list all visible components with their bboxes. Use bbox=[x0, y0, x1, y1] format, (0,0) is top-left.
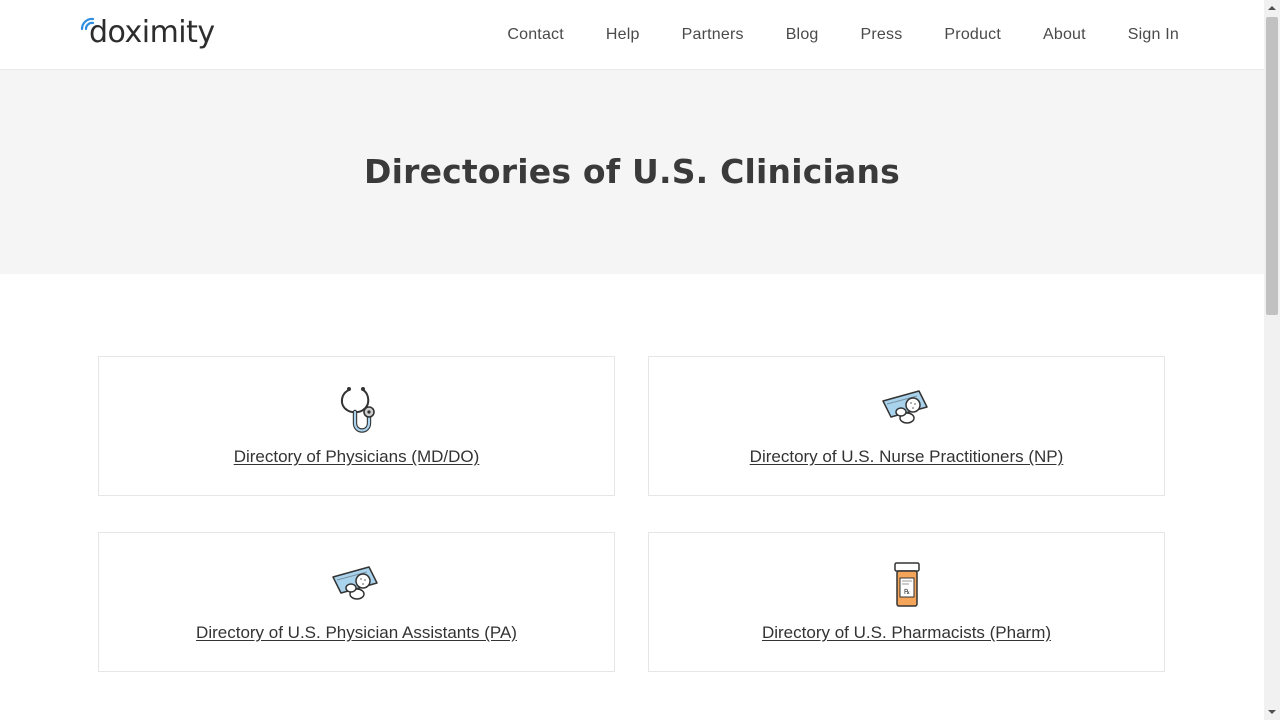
nav-partners[interactable]: Partners bbox=[682, 26, 744, 44]
scrollbar-thumb[interactable] bbox=[1266, 17, 1278, 315]
page: doximity Contact Help Partners Blog Pres… bbox=[0, 0, 1264, 720]
nav-product[interactable]: Product bbox=[944, 26, 1001, 44]
page-title: Directories of U.S. Clinicians bbox=[363, 151, 901, 191]
card-physician-assistants-label: Directory of U.S. Physician Assistants (… bbox=[196, 623, 517, 642]
doximity-logo[interactable]: doximity bbox=[79, 14, 215, 52]
pill-bottle-icon: ℞ bbox=[893, 562, 920, 607]
nav-blog[interactable]: Blog bbox=[786, 26, 819, 44]
logo-text: doximity bbox=[89, 15, 215, 50]
nav-about[interactable]: About bbox=[1043, 26, 1086, 44]
card-pharmacists[interactable]: ℞ Directory of U.S. Pharmacists (Pharm) bbox=[648, 532, 1165, 672]
card-physicians[interactable]: Directory of Physicians (MD/DO) bbox=[98, 356, 615, 496]
nav-press[interactable]: Press bbox=[861, 26, 903, 44]
card-nurse-practitioners-label: Directory of U.S. Nurse Practitioners (N… bbox=[749, 447, 1064, 466]
scroll-down-arrow-icon[interactable] bbox=[1264, 704, 1280, 720]
scroll-up-arrow-icon[interactable] bbox=[1264, 0, 1280, 16]
nav-contact[interactable]: Contact bbox=[507, 26, 564, 44]
pills-icon bbox=[331, 566, 378, 600]
site-header: doximity Contact Help Partners Blog Pres… bbox=[0, 0, 1264, 70]
pills-icon bbox=[881, 390, 928, 424]
stethoscope-icon bbox=[340, 387, 375, 433]
hero-banner: Directories of U.S. Clinicians bbox=[0, 70, 1264, 274]
main-nav: Contact Help Partners Blog Press Product… bbox=[465, 0, 1179, 70]
nav-sign-in[interactable]: Sign In bbox=[1128, 26, 1179, 44]
logo-signal-icon bbox=[80, 17, 95, 31]
vertical-scrollbar[interactable] bbox=[1264, 0, 1280, 720]
card-pharmacists-label: Directory of U.S. Pharmacists (Pharm) bbox=[761, 623, 1052, 642]
card-physician-assistants[interactable]: Directory of U.S. Physician Assistants (… bbox=[98, 532, 615, 672]
card-nurse-practitioners[interactable]: Directory of U.S. Nurse Practitioners (N… bbox=[648, 356, 1165, 496]
nav-help[interactable]: Help bbox=[606, 26, 640, 44]
svg-text:℞: ℞ bbox=[904, 588, 910, 596]
card-physicians-label: Directory of Physicians (MD/DO) bbox=[233, 447, 480, 466]
